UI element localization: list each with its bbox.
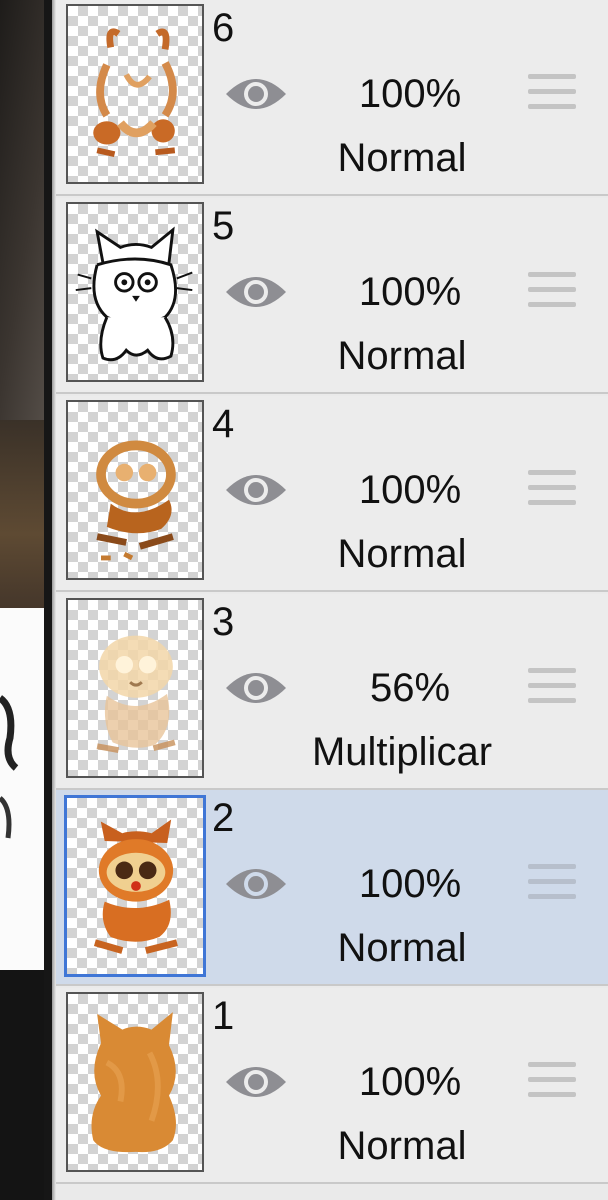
layer-thumbnail[interactable] bbox=[64, 795, 206, 977]
drag-handle-icon[interactable] bbox=[528, 864, 576, 904]
eye-icon[interactable] bbox=[224, 1060, 288, 1104]
layer-number: 1 bbox=[212, 994, 235, 1038]
canvas-artwork bbox=[0, 695, 19, 839]
layer-row-5[interactable]: 5 100% Normal bbox=[52, 198, 608, 394]
layer-number: 3 bbox=[212, 600, 235, 644]
layer-blend-mode[interactable]: Normal bbox=[282, 530, 522, 578]
layer-row-6[interactable]: 6 100% Normal bbox=[52, 0, 608, 196]
panel-edge-shadow bbox=[52, 0, 56, 1200]
layer-thumbnail[interactable] bbox=[66, 202, 204, 382]
layer-number: 2 bbox=[212, 796, 235, 840]
cat-orange-details-thumbnail bbox=[93, 819, 178, 954]
layer-number: 4 bbox=[212, 402, 235, 446]
eye-icon[interactable] bbox=[224, 72, 288, 116]
eye-icon[interactable] bbox=[224, 270, 288, 314]
layer-opacity[interactable]: 100% bbox=[302, 1058, 518, 1106]
layer-thumbnail[interactable] bbox=[66, 598, 204, 778]
layer-row-3[interactable]: 3 56% Multiplicar bbox=[52, 594, 608, 790]
layer-row-2[interactable]: 2 100% Normal bbox=[52, 790, 608, 986]
layer-thumbnail[interactable] bbox=[66, 400, 204, 580]
layer-row-4[interactable]: 4 100% Normal bbox=[52, 396, 608, 592]
layers-panel: 6 100% Normal 5 100% Normal 4 100% Norma… bbox=[52, 0, 608, 1200]
layer-thumbnail[interactable] bbox=[66, 4, 204, 184]
layer-opacity[interactable]: 100% bbox=[302, 466, 518, 514]
layer-thumbnail[interactable] bbox=[66, 992, 204, 1172]
drag-handle-icon[interactable] bbox=[528, 470, 576, 510]
layer-opacity[interactable]: 100% bbox=[302, 860, 518, 908]
layer-opacity[interactable]: 56% bbox=[302, 664, 518, 712]
cat-lineart-thumbnail bbox=[75, 226, 193, 362]
layer-row-1[interactable]: 1 100% Normal bbox=[52, 988, 608, 1184]
canvas-area[interactable] bbox=[0, 0, 52, 1200]
cat-light-shading-thumbnail bbox=[96, 635, 176, 754]
layer-number: 6 bbox=[212, 6, 235, 50]
layer-opacity[interactable]: 100% bbox=[302, 268, 518, 316]
drag-handle-icon[interactable] bbox=[528, 272, 576, 312]
drag-handle-icon[interactable] bbox=[528, 1062, 576, 1102]
drag-handle-icon[interactable] bbox=[528, 668, 576, 708]
eye-icon[interactable] bbox=[224, 468, 288, 512]
layer-blend-mode[interactable]: Normal bbox=[282, 332, 522, 380]
layer-number: 5 bbox=[212, 204, 235, 248]
cat-shading-thumbnail bbox=[96, 440, 176, 561]
layer-opacity[interactable]: 100% bbox=[302, 70, 518, 118]
layer-blend-mode[interactable]: Normal bbox=[282, 924, 522, 972]
eye-icon[interactable] bbox=[224, 862, 288, 906]
eye-icon[interactable] bbox=[224, 666, 288, 710]
cat-color-strokes-thumbnail bbox=[93, 28, 177, 158]
drag-handle-icon[interactable] bbox=[528, 74, 576, 114]
canvas-region bbox=[0, 608, 44, 970]
cat-base-fill-thumbnail bbox=[91, 1012, 176, 1153]
panel-divider bbox=[44, 0, 52, 1200]
layer-blend-mode[interactable]: Normal bbox=[282, 1122, 522, 1170]
layer-blend-mode[interactable]: Multiplicar bbox=[282, 728, 522, 776]
layer-blend-mode[interactable]: Normal bbox=[282, 134, 522, 182]
